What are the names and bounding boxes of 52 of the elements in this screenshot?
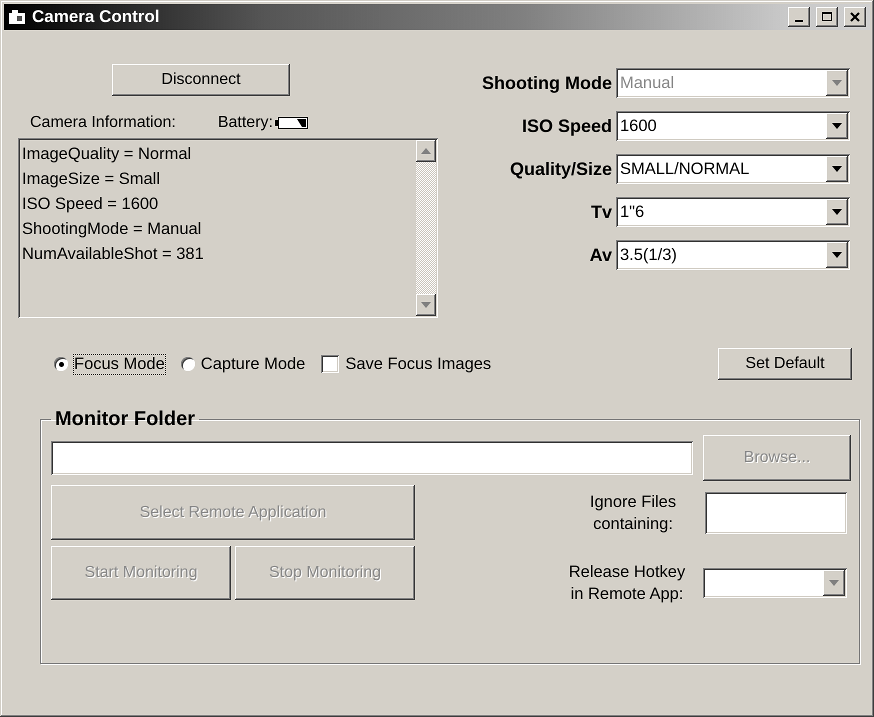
- info-line: ImageQuality = Normal: [22, 144, 192, 165]
- dropdown-button[interactable]: [826, 199, 848, 225]
- close-button[interactable]: [844, 7, 866, 27]
- dropdown-button[interactable]: [826, 242, 848, 268]
- battery-label: Battery:: [218, 114, 273, 132]
- scroll-down-button[interactable]: [416, 294, 436, 316]
- group-title: Monitor Folder: [54, 408, 196, 431]
- info-line: NumAvailableShot = 381: [22, 244, 205, 265]
- setting-label: Quality/Size: [510, 158, 612, 180]
- mode-radio-button[interactable]: Capture Mode: [180, 354, 306, 374]
- down-arrow-icon: [421, 302, 431, 308]
- camera-information-label: Camera Information:: [30, 114, 176, 132]
- release-hotkey-label: Release Hotkey in Remote App:: [568, 562, 686, 605]
- caret-icon: [832, 123, 842, 129]
- dropdown-button[interactable]: [826, 113, 848, 139]
- caret-icon: [832, 252, 842, 258]
- scroll-up-button[interactable]: [416, 140, 436, 162]
- setting-dropdown[interactable]: 3.5(1/3): [616, 240, 850, 270]
- ignore-files-label: Ignore Files containing:: [588, 492, 678, 535]
- set-default-button[interactable]: Set Default: [718, 348, 852, 380]
- minimize-icon: [795, 20, 803, 22]
- caret-icon: [832, 80, 842, 86]
- info-line: ISO Speed = 1600: [22, 194, 160, 215]
- setting-label: Tv: [590, 202, 612, 222]
- caret-icon: [832, 166, 842, 172]
- minimize-button[interactable]: [788, 7, 810, 27]
- caret-icon: [829, 580, 839, 586]
- radio-circle[interactable]: [180, 357, 195, 371]
- info-line: ImageSize = Small: [22, 169, 162, 190]
- up-arrow-icon: [421, 148, 431, 154]
- window-title: Camera Control: [32, 7, 161, 27]
- setting-label: ISO Speed: [522, 116, 612, 136]
- maximize-button[interactable]: [816, 7, 838, 27]
- disconnect-button[interactable]: Disconnect: [112, 64, 290, 96]
- folder-path-field[interactable]: [51, 441, 693, 475]
- dropdown-button[interactable]: [826, 156, 848, 182]
- ignore-files-field[interactable]: [705, 492, 847, 534]
- save-focus-images-checkbox[interactable]: Save Focus Images: [321, 354, 492, 374]
- maximize-icon: [822, 12, 832, 22]
- setting-dropdown[interactable]: SMALL/NORMAL: [616, 154, 850, 184]
- info-line: ShootingMode = Manual: [22, 219, 202, 240]
- setting-label: Av: [590, 244, 612, 266]
- mode-radio-button[interactable]: Focus Mode: [54, 354, 165, 374]
- setting-label: Shooting Mode: [482, 72, 612, 94]
- battery-icon: [274, 116, 309, 130]
- radio-circle[interactable]: [54, 357, 68, 371]
- setting-dropdown[interactable]: 1600: [616, 111, 850, 141]
- scrollbar[interactable]: [416, 140, 436, 316]
- caret-icon: [832, 209, 842, 215]
- camera-app-icon: [8, 9, 26, 25]
- close-icon: [850, 12, 860, 22]
- setting-dropdown[interactable]: 1"6: [616, 197, 850, 227]
